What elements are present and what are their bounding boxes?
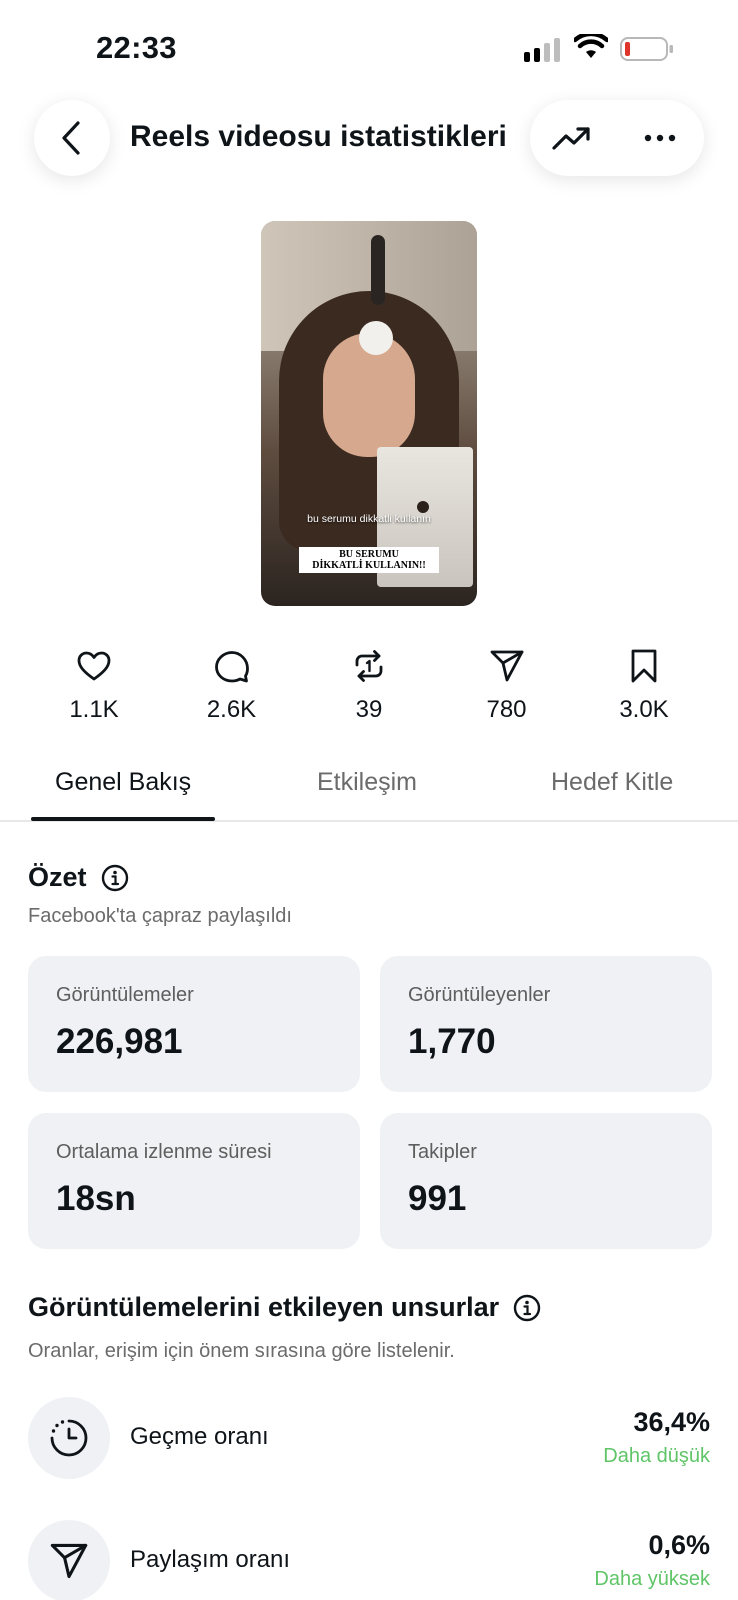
stat-comments-value: 2.6K <box>206 696 257 723</box>
factor-label: Geçme oranı <box>130 1423 269 1450</box>
tab-engagement[interactable]: Etkileşim <box>317 768 417 797</box>
header-actions <box>530 100 704 176</box>
reel-thumbnail[interactable]: bu serumu dikkatli kullanın BU SERUMU Dİ… <box>261 221 477 606</box>
more-options-button[interactable] <box>638 118 682 158</box>
engagement-stats: 1.1K 2.6K 39 780 3.0K <box>42 648 696 728</box>
timer-icon <box>50 1419 88 1457</box>
wifi-icon <box>574 34 608 58</box>
factor-value: 0,6% <box>648 1530 710 1560</box>
metric-card-follows[interactable]: Takipler 991 <box>380 1113 712 1249</box>
repost-icon <box>355 650 383 682</box>
thumbnail-caption-box: BU SERUMU DİKKATLİ KULLANIN!! <box>299 547 439 573</box>
stat-saves[interactable]: 3.0K <box>592 648 696 728</box>
tab-audience[interactable]: Hedef Kitle <box>551 768 673 797</box>
metric-value: 18sn <box>56 1179 136 1218</box>
tab-overview[interactable]: Genel Bakış <box>55 768 191 797</box>
tab-bar: Genel Bakış Etkileşim Hedef Kitle <box>0 756 738 822</box>
factor-value: 36,4% <box>633 1407 710 1437</box>
metric-card-viewers[interactable]: Görüntüleyenler 1,770 <box>380 956 712 1092</box>
send-icon <box>50 1543 88 1579</box>
page-title: Reels videosu istatistikleri <box>130 120 507 153</box>
more-horizontal-icon <box>644 134 676 142</box>
stat-comments[interactable]: 2.6K <box>180 648 284 728</box>
metric-label: Ortalama izlenme süresi <box>56 1141 272 1163</box>
top-app-bar: Reels videosu istatistikleri <box>0 100 738 180</box>
back-button[interactable] <box>34 100 110 176</box>
metric-label: Takipler <box>408 1141 477 1163</box>
status-bar: 22:33 <box>0 0 738 96</box>
stat-likes-value: 1.1K <box>69 696 119 723</box>
factor-comparison: Daha yüksek <box>594 1568 710 1590</box>
factors-heading: Görüntülemelerini etkileyen unsurlar <box>28 1292 541 1323</box>
info-icon[interactable] <box>513 1294 541 1322</box>
battery-icon <box>620 37 673 61</box>
summary-title: Özet <box>28 862 87 892</box>
stat-shares-value: 780 <box>486 696 527 723</box>
stat-likes[interactable]: 1.1K <box>42 648 146 728</box>
stat-saves-value: 3.0K <box>619 696 669 723</box>
metric-label: Görüntülemeler <box>56 984 194 1006</box>
summary-subtitle: Facebook'ta çapraz paylaşıldı <box>28 905 292 927</box>
chevron-left-icon <box>62 121 80 155</box>
metric-value: 226,981 <box>56 1022 183 1061</box>
factor-label: Paylaşım oranı <box>130 1546 291 1573</box>
bookmark-icon <box>631 649 657 683</box>
factors-title: Görüntülemelerini etkileyen unsurlar <box>28 1292 500 1322</box>
trending-up-icon <box>552 127 590 150</box>
summary-heading: Özet <box>28 862 129 893</box>
metric-card-avg-watch-time[interactable]: Ortalama izlenme süresi 18sn <box>28 1113 360 1249</box>
status-time: 22:33 <box>96 30 177 65</box>
stat-reposts-value: 39 <box>355 696 383 723</box>
active-tab-indicator <box>31 817 215 821</box>
factors-subtitle: Oranlar, erişim için önem sırasına göre … <box>28 1340 455 1362</box>
comment-icon <box>214 651 249 683</box>
cellular-signal-icon <box>524 38 560 62</box>
info-icon[interactable] <box>101 864 129 892</box>
metric-value: 991 <box>408 1179 467 1218</box>
stat-shares[interactable]: 780 <box>455 648 559 728</box>
send-icon <box>490 650 523 682</box>
stat-reposts[interactable]: 39 <box>317 648 421 728</box>
trending-button[interactable] <box>550 118 594 158</box>
heart-icon <box>77 651 111 681</box>
factor-comparison: Daha düşük <box>603 1445 710 1467</box>
thumbnail-caption: bu serumu dikkatli kullanın <box>307 513 431 525</box>
metric-card-views[interactable]: Görüntülemeler 226,981 <box>28 956 360 1092</box>
factor-skip-rate[interactable]: Geçme oranı 36,4% Daha düşük <box>28 1397 710 1481</box>
factor-share-rate[interactable]: Paylaşım oranı 0,6% Daha yüksek <box>28 1520 710 1600</box>
metric-value: 1,770 <box>408 1022 496 1061</box>
metric-label: Görüntüleyenler <box>408 984 551 1006</box>
